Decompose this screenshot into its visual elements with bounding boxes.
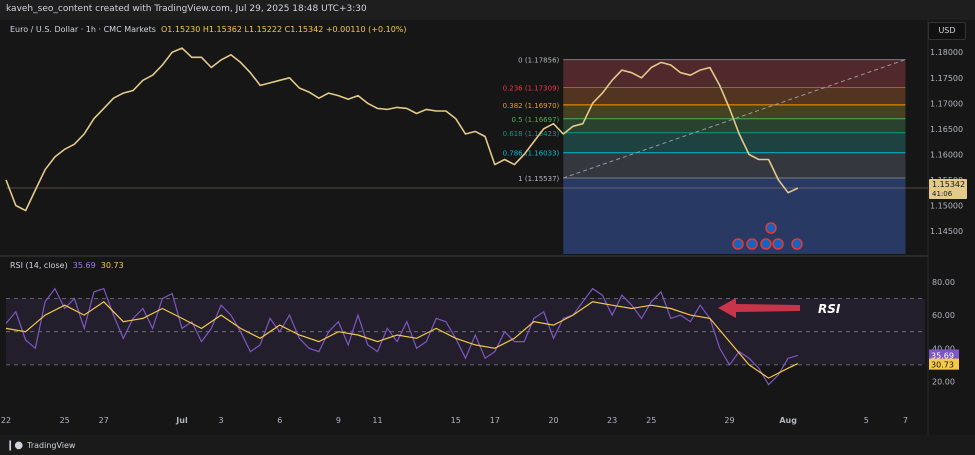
fib-label-0.5: 0.5 (1.16697) — [511, 116, 559, 124]
time-tick: 25 — [60, 416, 70, 425]
annotation-text: RSI — [818, 302, 841, 316]
fibonacci-retracement[interactable]: 0 (1.17856) 0.236 (1.17309) 0.382 (1.16970… — [503, 57, 906, 254]
fib-label-1: 1 (1.15537) — [518, 175, 559, 183]
bottom-bar — [0, 435, 975, 455]
fib-band-0 — [563, 59, 906, 88]
price-tick: 1.16000 — [930, 150, 963, 159]
time-tick: 20 — [548, 416, 558, 425]
bar-countdown: 41:06 — [932, 190, 953, 198]
fib-band-0.382 — [563, 104, 906, 119]
event-flag-icon — [746, 238, 758, 250]
event-flag-icon — [772, 238, 784, 250]
ohlc-values: O1.15230 H1.15362 L1.15222 C1.15342 +0.0… — [160, 25, 407, 34]
rsi-tick: 20.00 — [932, 377, 955, 386]
tradingview-logo[interactable]: ❙● TradingView — [6, 440, 75, 451]
symbol-name: Euro / U.S. Dollar · 1h · CMC Markets — [10, 25, 156, 34]
rsi-legend[interactable]: RSI (14, close) 35.69 30.73 — [10, 261, 124, 270]
time-tick: 29 — [724, 416, 734, 425]
time-tick: 15 — [451, 416, 461, 425]
price-tick: 1.15000 — [930, 201, 963, 210]
price-tick: 1.18000 — [930, 48, 963, 57]
event-flag-icon — [760, 238, 772, 250]
tradingview-icon: ❙● — [6, 440, 24, 451]
fib-label-0.382: 0.382 (1.16970) — [503, 102, 560, 110]
price-tick: 1.14500 — [930, 227, 963, 236]
event-flag-icon — [732, 238, 744, 250]
time-tick: Aug — [779, 416, 797, 425]
rsi-tick: 80.00 — [932, 278, 955, 287]
rsi-ma-value: 30.73 — [100, 261, 124, 270]
time-axis[interactable]: 22 25 27 Jul 3 6 9 11 15 17 20 23 25 29 Aug 5 7 — [1, 416, 908, 425]
time-tick: Jul — [175, 416, 188, 425]
chart-svg[interactable]: 0 (1.17856) 0.236 (1.17309) 0.382 (1.16970… — [0, 0, 975, 455]
time-tick: 23 — [607, 416, 617, 425]
tradingview-logo-text: TradingView — [27, 441, 76, 450]
last-price-value: 1.15342 — [932, 180, 965, 189]
time-tick: 7 — [903, 416, 908, 425]
time-tick: 3 — [219, 416, 224, 425]
time-tick: 17 — [490, 416, 500, 425]
time-tick: 25 — [646, 416, 656, 425]
time-tick: 6 — [277, 416, 282, 425]
rsi-value: 35.69 — [72, 261, 96, 270]
rsi-indicator-label: RSI (14, close) — [10, 261, 68, 270]
time-tick: 9 — [336, 416, 341, 425]
event-flag-icon — [791, 238, 803, 250]
rsi-ma-badge-text: 30.73 — [931, 361, 954, 370]
currency-button[interactable]: USD — [928, 22, 966, 40]
fib-label-0.618: 0.618 (1.16423) — [503, 130, 560, 138]
fib-label-0.786: 0.786 (1.16033) — [503, 150, 560, 158]
fib-label-0.236: 0.236 (1.17309) — [503, 85, 560, 93]
time-tick: 22 — [1, 416, 11, 425]
price-tick: 1.17500 — [930, 74, 963, 83]
symbol-legend[interactable]: Euro / U.S. Dollar · 1h · CMC Markets O1… — [10, 25, 407, 34]
fib-band-0.786 — [563, 152, 906, 179]
price-tick: 1.17000 — [930, 99, 963, 108]
fib-band-0.618 — [563, 132, 906, 153]
rsi-tick: 60.00 — [932, 311, 955, 320]
time-tick: 5 — [864, 416, 869, 425]
time-tick: 11 — [372, 416, 382, 425]
price-tick: 1.16500 — [930, 125, 963, 134]
fib-label-0: 0 (1.17856) — [518, 57, 559, 65]
fib-band-0.236 — [563, 87, 906, 105]
rsi-axis[interactable]: 80.0060.0040.0020.0035.6930.73 — [929, 278, 959, 386]
event-flag-icon — [765, 222, 777, 234]
price-axis[interactable]: 1.180001.175001.170001.165001.160001.155… — [929, 48, 967, 236]
time-tick: 27 — [99, 416, 109, 425]
